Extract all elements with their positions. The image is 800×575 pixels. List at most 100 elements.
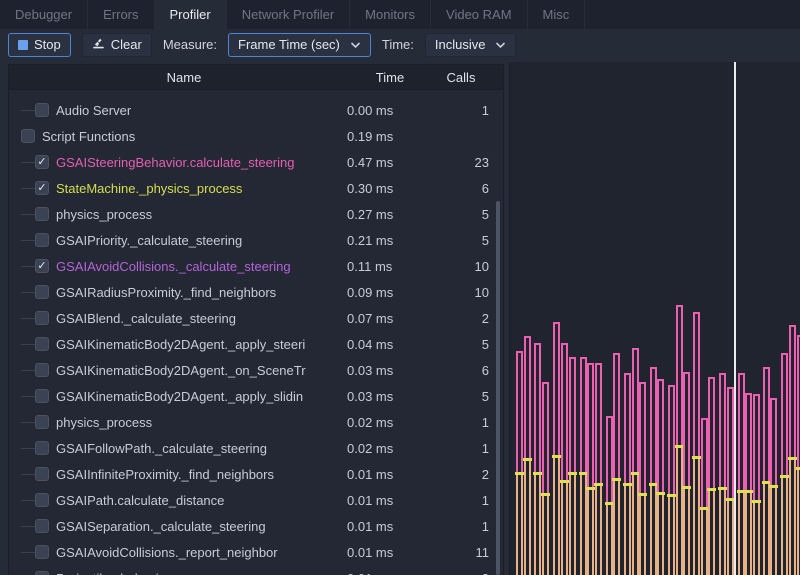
tab-network-profiler[interactable]: Network Profiler <box>227 0 350 29</box>
row-checkbox[interactable] <box>35 519 49 533</box>
frame-bar-top <box>676 305 683 445</box>
table-row[interactable]: GSAIRadiusProximity._find_neighbors0.09 … <box>9 279 503 305</box>
frame-bar-top <box>542 382 549 493</box>
table-row[interactable]: physics_process0.02 ms1 <box>9 409 503 435</box>
table-scrollbar[interactable] <box>496 201 500 575</box>
row-name: StateMachine._physics_process <box>56 181 347 196</box>
row-checkbox[interactable]: ✓ <box>35 181 49 195</box>
table-body: Audio Server0.00 ms1Script Functions0.19… <box>9 90 503 575</box>
clear-button[interactable]: Clear <box>82 33 152 57</box>
row-checkbox[interactable] <box>35 467 49 481</box>
row-checkbox[interactable] <box>35 285 49 299</box>
row-time: 0.04 ms <box>347 337 433 352</box>
row-name: GSAIAvoidCollisions._report_neighbor <box>56 545 347 560</box>
frame-bar-top <box>613 353 620 478</box>
row-checkbox[interactable] <box>35 207 49 221</box>
row-checkbox[interactable] <box>35 363 49 377</box>
table-row[interactable]: ✓GSAIAvoidCollisions._calculate_steering… <box>9 253 503 279</box>
row-calls: 1 <box>433 103 489 118</box>
frame-cursor[interactable] <box>734 62 736 575</box>
row-name: GSAISteeringBehavior.calculate_steering <box>56 155 347 170</box>
row-name: GSAIKinematicBody2DAgent._on_SceneTr <box>56 363 347 378</box>
row-checkbox[interactable] <box>35 493 49 507</box>
column-header-name[interactable]: Name <box>21 70 347 85</box>
frame-bar-base <box>719 490 726 575</box>
row-checkbox[interactable] <box>35 571 49 575</box>
frame-bar-top <box>719 373 726 487</box>
table-row[interactable]: Audio Server0.00 ms1 <box>9 97 503 123</box>
table-row[interactable]: Projectile._behavior0.01 ms2 <box>9 565 503 575</box>
frame-bar-top <box>738 373 745 490</box>
row-calls: 5 <box>433 207 489 222</box>
row-checkbox[interactable]: ✓ <box>35 155 49 169</box>
row-time: 0.27 ms <box>347 207 433 222</box>
tree-line <box>21 266 35 267</box>
row-checkbox[interactable] <box>21 129 35 143</box>
frame-bar-top <box>595 363 602 483</box>
frame-bar-base <box>770 488 777 575</box>
row-checkbox[interactable] <box>35 389 49 403</box>
table-row[interactable]: GSAIPriority._calculate_steering0.21 ms5 <box>9 227 503 253</box>
profiler-graph[interactable] <box>509 62 800 575</box>
table-row[interactable]: GSAIFollowPath._calculate_steering0.02 m… <box>9 435 503 461</box>
row-calls: 1 <box>433 441 489 456</box>
row-checkbox[interactable] <box>35 441 49 455</box>
column-header-calls[interactable]: Calls <box>433 70 489 85</box>
table-row[interactable]: ✓ GSAISteeringBehavior.calculate_steering… <box>9 149 503 175</box>
frame-bar-base <box>613 481 620 575</box>
table-row[interactable]: physics_process0.27 ms5 <box>9 201 503 227</box>
table-row[interactable]: GSAIPath.calculate_distance0.01 ms1 <box>9 487 503 513</box>
frame-bar-base <box>595 486 602 575</box>
row-checkbox[interactable] <box>35 311 49 325</box>
row-name: GSAIPriority._calculate_steering <box>56 233 347 248</box>
stop-button[interactable]: Stop <box>8 33 71 57</box>
frame-bar-base <box>738 493 745 575</box>
table-row[interactable]: GSAISeparation._calculate_steering0.01 m… <box>9 513 503 539</box>
frame-bar-base <box>683 489 690 575</box>
tab-errors[interactable]: Errors <box>88 0 154 29</box>
table-row[interactable]: GSAIKinematicBody2DAgent._on_SceneTr0.03… <box>9 357 503 383</box>
tab-debugger[interactable]: Debugger <box>0 0 88 29</box>
tree-line <box>21 214 35 215</box>
frame-bar-top <box>587 363 594 487</box>
row-time: 0.30 ms <box>347 181 433 196</box>
row-time: 0.00 ms <box>347 103 433 118</box>
frame-bar-base <box>676 448 683 575</box>
row-time: 0.19 ms <box>347 129 433 144</box>
row-calls: 1 <box>433 519 489 534</box>
frame-bar-base <box>650 486 657 575</box>
row-calls: 5 <box>433 389 489 404</box>
column-header-time[interactable]: Time <box>347 70 433 85</box>
table-row[interactable]: GSAIBlend._calculate_steering0.07 ms2 <box>9 305 503 331</box>
tab-misc[interactable]: Misc <box>528 0 586 29</box>
tree-line <box>21 396 35 397</box>
row-checkbox[interactable] <box>35 337 49 351</box>
row-checkbox[interactable] <box>35 415 49 429</box>
frame-bar-top <box>516 351 523 472</box>
table-row[interactable]: Script Functions0.19 ms <box>9 123 503 149</box>
frame-bar-base <box>580 475 587 575</box>
function-table: Name Time Calls Audio Server0.00 ms1Scri… <box>8 64 504 575</box>
frame-bar-base <box>789 460 796 575</box>
row-name: physics_process <box>56 207 347 222</box>
row-checkbox[interactable] <box>35 103 49 117</box>
row-checkbox[interactable] <box>35 545 49 559</box>
frame-bar-top <box>569 357 576 472</box>
row-time: 0.47 ms <box>347 155 433 170</box>
tab-video-ram[interactable]: Video RAM <box>431 0 528 29</box>
table-row[interactable]: GSAIAvoidCollisions._report_neighbor0.01… <box>9 539 503 565</box>
table-row[interactable]: ✓StateMachine._physics_process0.30 ms6 <box>9 175 503 201</box>
table-row[interactable]: GSAIKinematicBody2DAgent._apply_steeri0.… <box>9 331 503 357</box>
frame-bar-top <box>693 312 700 456</box>
row-checkbox[interactable] <box>35 233 49 247</box>
frame-bar-top <box>632 348 639 472</box>
table-row[interactable]: GSAIKinematicBody2DAgent._apply_slidin0.… <box>9 383 503 409</box>
tab-monitors[interactable]: Monitors <box>350 0 431 29</box>
table-row[interactable]: GSAIInfiniteProximity._find_neighbors0.0… <box>9 461 503 487</box>
time-dropdown[interactable]: Inclusive <box>425 33 517 57</box>
broom-icon <box>92 38 105 51</box>
measure-dropdown[interactable]: Frame Time (sec) <box>228 33 371 57</box>
row-time: 0.11 ms <box>347 259 433 274</box>
row-checkbox[interactable]: ✓ <box>35 259 49 273</box>
tab-profiler[interactable]: Profiler <box>155 0 227 29</box>
